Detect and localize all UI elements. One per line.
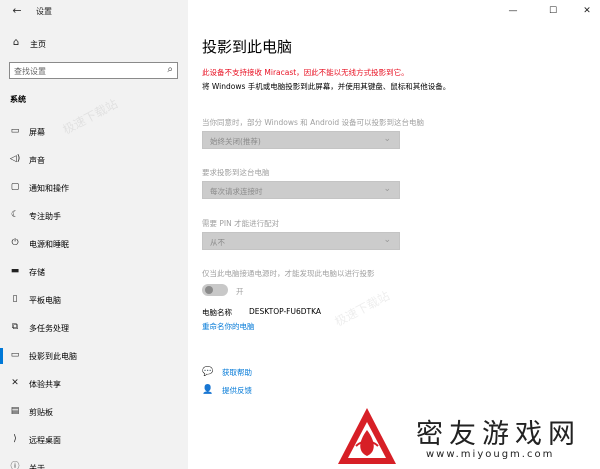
chevron-down-icon: ⌄	[383, 235, 391, 245]
sidebar-item-label: 存储	[29, 268, 45, 277]
pc-name-value: DESKTOP-FU6DTKA	[249, 307, 322, 316]
moon-icon: ☾	[10, 210, 20, 220]
app-title: 设置	[36, 7, 52, 16]
miracast-warning: 此设备不支持接收 Miracast，因此不能以无线方式投影到它。	[202, 68, 409, 77]
chevron-down-icon: ⌄	[383, 184, 391, 194]
multitask-icon: ⧉	[11, 322, 19, 332]
sidebar-item-sound[interactable]: ◁) 声音	[0, 146, 188, 174]
sidebar-item-label: 剪贴板	[29, 408, 53, 417]
give-feedback-label: 提供反馈	[222, 386, 252, 395]
sidebar: ← 设置 ⌂ 主页 查找设置 ⌕ 系统 ▭ 屏幕 ◁) 声音 ▢ 通知和操作 ☾…	[0, 0, 188, 469]
sidebar-item-label: 平板电脑	[29, 296, 61, 305]
dropdown-value: 每次请求连接时	[210, 187, 263, 196]
ask-to-project-dropdown[interactable]: 每次请求连接时 ⌄	[202, 181, 400, 199]
sidebar-item-label: 电源和睡眠	[29, 240, 69, 249]
sidebar-item-label: 多任务处理	[29, 324, 69, 333]
section-title: 系统	[10, 95, 26, 104]
sidebar-item-project-to-pc[interactable]: ▭ 投影到此电脑	[0, 342, 188, 370]
title-bar: ← 设置	[0, 0, 188, 22]
notification-icon: ▢	[10, 182, 20, 192]
sidebar-item-power[interactable]: ⏻ 电源和睡眠	[0, 230, 188, 258]
tablet-icon: ▯	[12, 294, 18, 304]
power-only-label: 仅当此电脑接通电源时，才能发现此电脑以进行投影	[202, 269, 375, 278]
about-icon: ⓘ	[10, 462, 20, 469]
project-icon: ▭	[10, 350, 20, 360]
pc-name-label: 电脑名称	[202, 308, 232, 317]
sidebar-item-remote-desktop[interactable]: ⟩ 远程桌面	[0, 426, 188, 454]
sidebar-nav: ▭ 屏幕 ◁) 声音 ▢ 通知和操作 ☾ 专注助手 ⏻ 电源和睡眠 ▬ 存储 ▯…	[0, 118, 188, 469]
brand-logo-icon	[338, 408, 396, 464]
get-help-label: 获取帮助	[222, 368, 252, 377]
main-content: 投影到此电脑 此设备不支持接收 Miracast，因此不能以无线方式投影到它。 …	[202, 0, 592, 469]
feedback-icon: 👤	[202, 385, 214, 395]
brand-watermark: 密友游戏网 www.miyougm.com	[330, 404, 600, 469]
search-input[interactable]: 查找设置 ⌕	[9, 62, 178, 79]
sidebar-item-clipboard[interactable]: ▤ 剪贴板	[0, 398, 188, 426]
sidebar-item-focus-assist[interactable]: ☾ 专注助手	[0, 202, 188, 230]
brand-name: 密友游戏网	[416, 419, 581, 450]
setting-require-pin-label: 需要 PIN 才能进行配对	[202, 219, 280, 228]
sidebar-item-label: 通知和操作	[29, 184, 69, 193]
setting-ask-to-project-label: 要求投影到这台电脑	[202, 168, 270, 177]
back-arrow-icon[interactable]: ←	[10, 4, 24, 18]
display-icon: ▭	[10, 126, 20, 136]
sidebar-item-shared-experiences[interactable]: ✕ 体验共享	[0, 370, 188, 398]
sidebar-item-label: 屏幕	[29, 128, 45, 137]
home-icon: ⌂	[12, 37, 20, 48]
page-description: 将 Windows 手机或电脑投影到此屏幕，并使用其键盘、鼠标和其他设备。	[202, 82, 451, 91]
power-only-toggle[interactable]	[202, 284, 228, 296]
search-placeholder: 查找设置	[14, 67, 46, 76]
power-icon: ⏻	[11, 238, 19, 248]
dropdown-value: 始终关闭(推荐)	[210, 137, 261, 146]
sidebar-item-label: 体验共享	[29, 380, 61, 389]
sidebar-item-label: 声音	[29, 156, 45, 165]
require-pin-dropdown[interactable]: 从不 ⌄	[202, 232, 400, 250]
setting-allow-projection-label: 当你同意时，部分 Windows 和 Android 设备可以投影到这台电脑	[202, 118, 425, 127]
chevron-down-icon: ⌄	[383, 134, 391, 144]
sidebar-item-label: 远程桌面	[29, 436, 61, 445]
toggle-state-label: 开	[236, 287, 244, 296]
clipboard-icon: ▤	[10, 406, 20, 416]
sidebar-item-home[interactable]: ⌂ 主页	[0, 34, 188, 54]
help-chat-icon: 💬	[202, 367, 214, 377]
storage-icon: ▬	[10, 266, 20, 276]
sidebar-item-multitasking[interactable]: ⧉ 多任务处理	[0, 314, 188, 342]
home-label: 主页	[30, 40, 46, 49]
dropdown-value: 从不	[210, 238, 225, 247]
remote-desktop-icon: ⟩	[13, 434, 17, 444]
sidebar-item-storage[interactable]: ▬ 存储	[0, 258, 188, 286]
allow-projection-dropdown[interactable]: 始终关闭(推荐) ⌄	[202, 131, 400, 149]
sound-icon: ◁)	[9, 154, 21, 164]
brand-url: www.miyougm.com	[426, 449, 555, 460]
toggle-knob	[205, 286, 213, 294]
sidebar-item-label: 专注助手	[29, 212, 61, 221]
sidebar-item-tablet[interactable]: ▯ 平板电脑	[0, 286, 188, 314]
search-icon[interactable]: ⌕	[167, 64, 173, 75]
sidebar-item-label: 投影到此电脑	[29, 352, 77, 361]
share-icon: ✕	[11, 378, 19, 388]
watermark: 极速下载站	[332, 288, 393, 330]
sidebar-item-about[interactable]: ⓘ 关于	[0, 454, 188, 469]
page-title: 投影到此电脑	[202, 38, 293, 56]
sidebar-item-notifications[interactable]: ▢ 通知和操作	[0, 174, 188, 202]
sidebar-item-label: 关于	[29, 464, 45, 469]
rename-pc-link[interactable]: 重命名你的电脑	[202, 321, 255, 332]
